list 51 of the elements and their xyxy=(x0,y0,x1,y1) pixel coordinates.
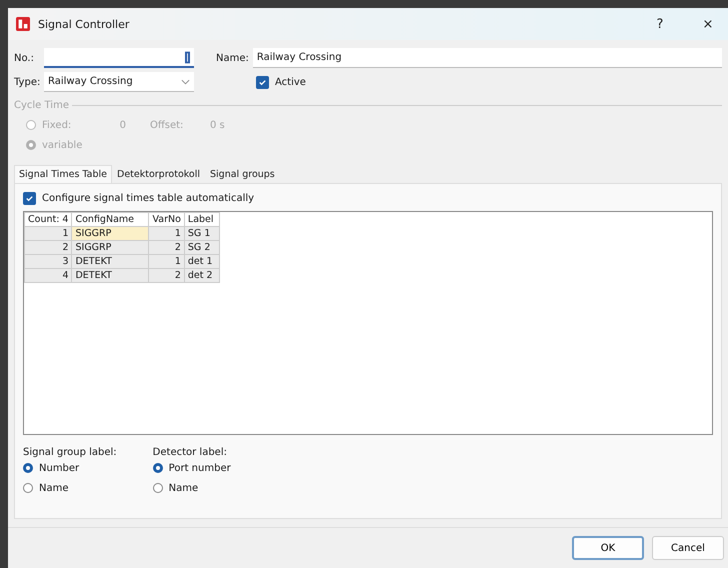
table-cell: 2 xyxy=(148,240,184,254)
app-logo-icon xyxy=(16,17,30,31)
dialog-button[interactable]: Cancel xyxy=(652,536,724,560)
table-cell: 2 xyxy=(148,268,184,282)
table-cell: 1 xyxy=(24,226,72,240)
table-cell: SG 1 xyxy=(184,226,220,240)
tab[interactable]: Signal Times Table xyxy=(14,165,112,184)
radio-button[interactable]: Port number xyxy=(152,458,231,478)
group-title: Detector label: xyxy=(152,447,228,458)
fixed-value: 0 xyxy=(118,120,126,130)
table-cell: 1 xyxy=(148,254,184,268)
group-title: Cycle Time xyxy=(14,100,70,111)
number-field[interactable] xyxy=(44,48,194,68)
type-dropdown[interactable]: Railway Crossing xyxy=(44,72,194,92)
dialog-button[interactable]: OK xyxy=(572,536,644,560)
checkmark-icon xyxy=(25,194,34,203)
table-cell: 2 xyxy=(24,240,72,254)
column-header[interactable]: Label xyxy=(184,212,220,226)
table-cell: 1 xyxy=(148,226,184,240)
offset-value: 0 s xyxy=(210,120,225,130)
field-label: Type: xyxy=(14,76,40,88)
table-cell: 4 xyxy=(24,268,72,282)
table-cell: det 2 xyxy=(184,268,220,282)
table-cell: SIGGRP xyxy=(72,240,149,254)
active-checkbox[interactable]: Active xyxy=(256,76,306,88)
table-cell: 3 xyxy=(24,254,72,268)
group-title: Signal group label: xyxy=(23,447,117,458)
name-field[interactable]: Railway Crossing xyxy=(252,48,722,68)
auto-config-checkbox[interactable]: Configure signal times table automatically xyxy=(23,192,713,205)
field-label: Name: xyxy=(216,52,249,64)
help-button[interactable]: ? xyxy=(640,10,680,38)
radio-button[interactable]: Number xyxy=(23,458,117,478)
cursor-icon xyxy=(185,50,190,64)
checkmark-icon xyxy=(258,78,267,86)
column-header[interactable]: VarNo xyxy=(148,212,184,226)
table-cell: SG 2 xyxy=(184,240,220,254)
radio-button[interactable]: Name xyxy=(152,478,231,498)
table-cell: DETEKT xyxy=(72,268,149,282)
table-cell: DETEKT xyxy=(72,254,149,268)
tab[interactable]: Detektorprotokoll xyxy=(112,165,206,184)
field-label: Offset: xyxy=(150,120,184,130)
table-cell: SIGGRP xyxy=(72,226,149,240)
table-cell: det 1 xyxy=(184,254,220,268)
field-label: No.: xyxy=(14,52,35,64)
column-header[interactable]: Count: 4 xyxy=(24,212,72,226)
tab[interactable]: Signal groups xyxy=(205,165,280,184)
chevron-down-icon xyxy=(181,78,190,84)
column-header[interactable]: ConfigName xyxy=(72,212,149,226)
window-title: Signal Controller xyxy=(38,18,130,30)
close-button[interactable]: × xyxy=(688,10,728,38)
radio-button[interactable]: Name xyxy=(23,478,117,498)
